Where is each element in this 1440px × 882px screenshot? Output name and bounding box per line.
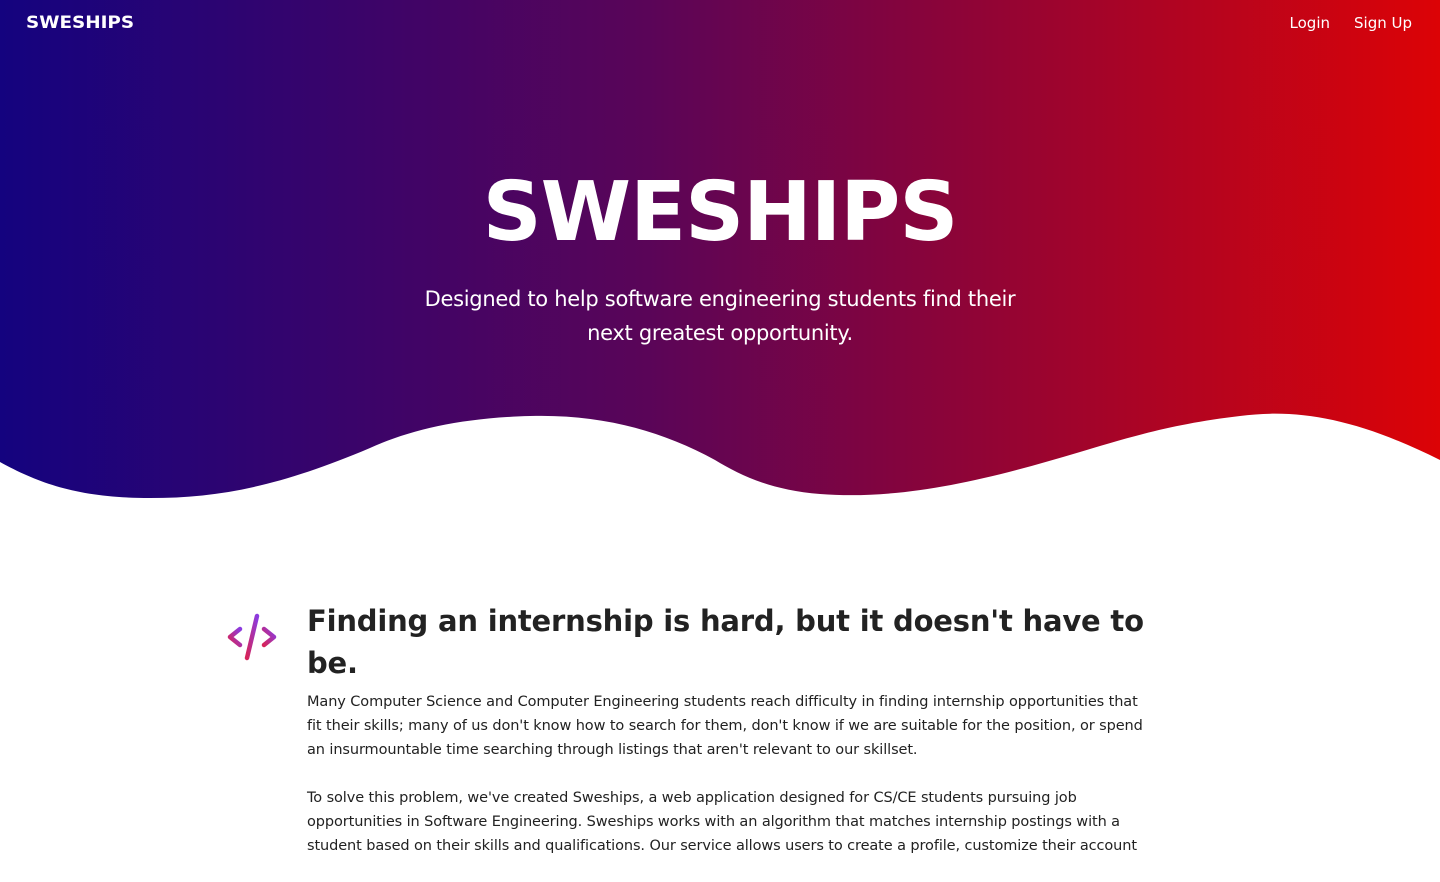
feature-paragraph: Many Computer Science and Computer Engin… bbox=[307, 694, 1143, 758]
hero-subtitle: Designed to help software engineering st… bbox=[424, 287, 1016, 345]
code-icon bbox=[227, 612, 277, 662]
nav-logo[interactable]: SWESHIPS bbox=[26, 13, 134, 33]
login-link[interactable]: Login bbox=[1290, 14, 1330, 32]
feature-paragraph: To solve this problem, we've created Swe… bbox=[307, 790, 1137, 854]
feature-body: Finding an internship is hard, but it do… bbox=[307, 600, 1147, 882]
hero-title: SWESHIPS bbox=[482, 165, 959, 260]
nav-links: Login Sign Up bbox=[1290, 14, 1412, 32]
signup-link[interactable]: Sign Up bbox=[1354, 14, 1412, 32]
feature-heading: Finding an internship is hard, but it do… bbox=[307, 604, 1144, 680]
hero-section: SWESHIPS Login Sign Up SWESHIPS Designed… bbox=[0, 0, 1440, 500]
